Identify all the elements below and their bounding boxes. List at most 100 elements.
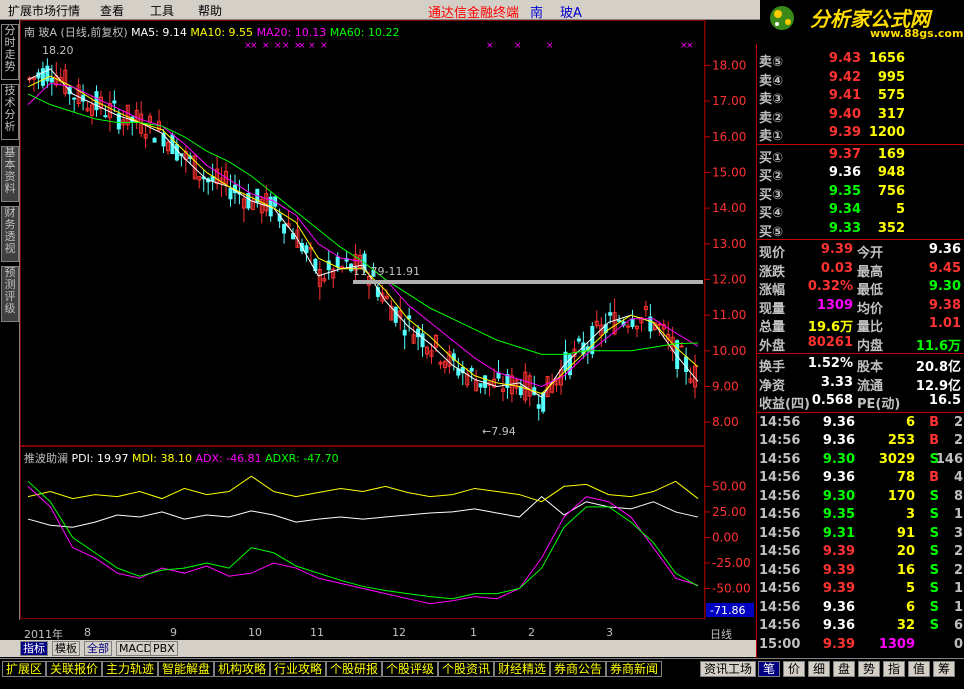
right-status-tab-2[interactable]: 价 [783,661,805,677]
event-marker: × [274,41,282,51]
tick-count: 1 [953,599,963,615]
candle-body [469,368,474,372]
tab-ratings[interactable]: 预测评级 [1,266,19,322]
logo-url: www.88gs.com [870,27,964,40]
right-status-tab-8[interactable]: 筹 [933,661,955,677]
status-tab-3[interactable]: 智能解盘 [158,661,215,677]
main-chart-frame [20,20,705,446]
tick-price: 9.36 [822,618,855,633]
bid-volume: 5 [895,202,905,217]
mdi-label: MDI: 38.10 [132,452,192,465]
tick-row: 14:56 9.31 91 S 3 [757,525,964,544]
price-axis-label: 16.00 [712,130,746,144]
menu-item-help[interactable]: 帮助 [198,2,222,19]
bid-label: 买① [759,150,784,166]
ind-current-value: -71.86 [710,604,745,617]
right-status-tab-7[interactable]: 值 [908,661,930,677]
status-tab-6[interactable]: 个股研报 [326,661,383,677]
tab-indicator[interactable]: 指标 [20,641,48,656]
menu-item-extended[interactable]: 扩展市场行情 [8,2,80,19]
tick-volume: 6 [905,599,915,615]
stat-label-2: 最低 [857,283,884,298]
tick-time: 14:56 [759,562,801,578]
price-axis-label: 14.00 [712,201,746,215]
ind-line-mdi [27,475,699,503]
candle-body [505,374,510,389]
tick-time: 14:56 [759,488,801,504]
status-tab-1[interactable]: 关联报价 [46,661,103,677]
chart-svg[interactable]: 18.00 17.00 16.00 15.00 14.00 13.00 12.00 11.00… [20,20,756,626]
stat-value-2: 9.30 [928,279,961,294]
stat-label: 涨幅 [759,283,786,298]
candle-body [45,65,50,82]
tab-all[interactable]: 全部 [84,641,112,656]
tick-count: 2 [953,562,963,578]
status-tab-5[interactable]: 行业攻略 [270,661,327,677]
date-tick-mar: 3 [606,626,613,639]
ask-volume: 1656 [868,51,905,66]
tick-time: 14:56 [759,618,801,633]
bid-price: 9.35 [828,183,861,199]
bid-price: 9.36 [828,165,861,180]
ma-line-ma20 [27,82,699,388]
ind-line-pdi [27,495,699,528]
stat-row: 涨幅 0.32% 最低 9.30 [757,278,964,298]
tab-template[interactable]: 模板 [52,641,80,656]
right-status-tab-1[interactable]: 笔 [758,661,780,677]
tab-technical[interactable]: 技术分析 [1,84,19,140]
ind-axis-label: 25.00 [712,505,746,519]
tick-volume: 91 [896,525,915,541]
tick-volume: 3029 [878,451,915,467]
right-status-tab-4[interactable]: 盘 [833,661,855,677]
status-tab-4[interactable]: 机构攻略 [214,661,271,677]
right-status-tab-5[interactable]: 势 [858,661,880,677]
right-status-tab-6[interactable]: 指 [883,661,905,677]
tick-volume: 20 [896,544,915,559]
divider [757,143,964,145]
tick-price: 9.39 [822,581,855,596]
status-tab-8[interactable]: 个股资讯 [438,661,495,677]
tick-price: 9.31 [822,525,855,541]
tick-side: S [929,525,939,541]
stat2-label: 换手 [759,360,786,375]
chart-area[interactable]: 18.00 17.00 16.00 15.00 14.00 13.00 12.00 11.00… [20,20,756,620]
candle-body [563,351,568,372]
stat-value-2: 11.6万 [915,338,961,354]
status-tab-2[interactable]: 主力轨迹 [102,661,159,677]
tick-price: 9.36 [822,470,855,485]
status-tab-7[interactable]: 个股评级 [382,661,439,677]
stat-row: 涨跌 0.03 最高 9.45 [757,260,964,280]
ask-volume: 317 [877,106,905,122]
stat2-value: 3.33 [820,374,853,390]
bid-label: 买③ [759,187,784,203]
candle-body [304,245,309,254]
bid-price: 9.37 [828,146,861,162]
candle-body [536,404,541,409]
tab-financials[interactable]: 财务透视 [1,206,19,262]
status-tab-9[interactable]: 财经精选 [494,661,551,677]
tick-volume: 6 [905,414,915,430]
tick-volume: 5 [905,581,915,596]
tick-volume: 78 [896,470,915,485]
stat-label: 总量 [759,320,786,335]
tick-price: 9.39 [822,562,855,578]
date-tick-oct: 10 [248,626,262,639]
right-status-tab-0[interactable]: 资讯工场 [700,661,756,677]
tick-row: 14:56 9.35 3 S 1 [757,506,964,525]
tick-time: 14:56 [759,433,801,448]
tab-pbx[interactable]: PBX [150,641,178,656]
tab-intraday[interactable]: 分时走势 [1,24,19,80]
tick-time: 14:56 [759,599,801,615]
status-tab-10[interactable]: 券商公告 [550,661,607,677]
tick-price: 9.36 [822,599,855,615]
right-status-tab-3[interactable]: 细 [808,661,830,677]
period-label: (日线,前复权) [60,26,128,39]
menu-item-view[interactable]: 查看 [100,2,124,19]
ask-label: 卖⑤ [759,55,784,70]
status-tab-0[interactable]: 扩展区 [2,661,47,677]
menu-item-tools[interactable]: 工具 [150,2,174,19]
title-stock-name: 玻A [560,6,582,21]
tab-fundamentals[interactable]: 基本资料 [1,146,19,202]
status-tab-11[interactable]: 券商新闻 [606,661,663,677]
price-axis-label: 12.00 [712,272,746,286]
